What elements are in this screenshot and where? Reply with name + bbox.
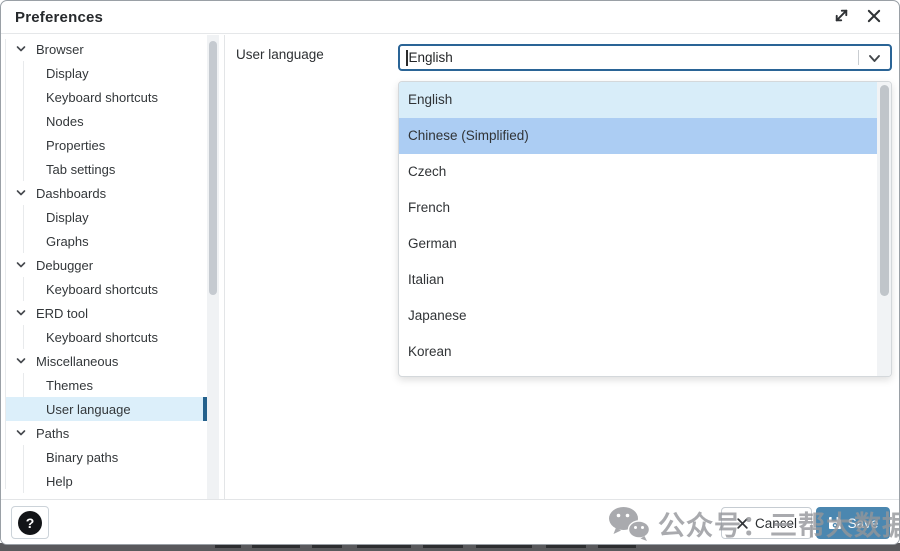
- language-dropdown-menu: EnglishChinese (Simplified)CzechFrenchGe…: [398, 81, 892, 377]
- chevron-down-icon[interactable]: [15, 427, 27, 439]
- chevron-down-icon[interactable]: [15, 187, 27, 199]
- expand-icon: [833, 7, 850, 27]
- tree-item-paths[interactable]: Paths: [1, 421, 224, 445]
- dropdown-option-italian[interactable]: Italian: [399, 262, 877, 298]
- tree-item-label: Browser: [36, 42, 84, 57]
- tree-item-label: Display: [46, 210, 89, 225]
- text-cursor: [406, 50, 408, 66]
- tree-scrollbar-track[interactable]: [207, 35, 219, 499]
- tree-item-debugger[interactable]: Debugger: [1, 253, 224, 277]
- tree-item-label: Keyboard shortcuts: [46, 330, 158, 345]
- close-button[interactable]: [864, 7, 884, 27]
- dialog-header: Preferences: [1, 1, 899, 34]
- tree-item-label: User language: [46, 402, 131, 417]
- tree-item-label: Properties: [46, 138, 105, 153]
- tree-item-binary-paths[interactable]: Binary paths: [1, 445, 224, 469]
- user-language-label: User language: [236, 47, 324, 62]
- screen: Preferences: [0, 0, 900, 551]
- dropdown-option-japanese[interactable]: Japanese: [399, 298, 877, 334]
- dropdown-option-german[interactable]: German: [399, 226, 877, 262]
- dropdown-option-korean[interactable]: Korean: [399, 334, 877, 370]
- tree-item-miscellaneous[interactable]: Miscellaneous: [1, 349, 224, 373]
- tree-item-label: Keyboard shortcuts: [46, 90, 158, 105]
- tree-item-label: Dashboards: [36, 186, 106, 201]
- tree-item-label: ERD tool: [36, 306, 88, 321]
- tree-item-label: Tab settings: [46, 162, 115, 177]
- x-icon: [736, 517, 749, 530]
- combobox-value: English: [409, 50, 453, 65]
- save-button-label: Save: [848, 516, 879, 531]
- tree-item-graphs[interactable]: Graphs: [1, 229, 224, 253]
- question-mark-icon: ?: [18, 511, 42, 535]
- tree-item-tab-settings[interactable]: Tab settings: [1, 157, 224, 181]
- tree-item-nodes[interactable]: Nodes: [1, 109, 224, 133]
- tree-item-label: Display: [46, 66, 89, 81]
- tree-item-display[interactable]: Display: [1, 205, 224, 229]
- tree-rows: Browser Display Keyboard shortcuts Nodes Pro…: [1, 37, 224, 493]
- tree-item-label: Graphs: [46, 234, 89, 249]
- dropdown-option-chinese-simplified[interactable]: Chinese (Simplified): [399, 118, 877, 154]
- chevron-down-icon[interactable]: [867, 51, 882, 71]
- tree-item-label: Themes: [46, 378, 93, 393]
- help-button[interactable]: ?: [11, 506, 49, 539]
- settings-panel: User language English EnglishChinese (Si…: [226, 35, 899, 499]
- tree-item-label: Paths: [36, 426, 69, 441]
- dialog-body: Browser Display Keyboard shortcuts Nodes Pro…: [1, 35, 899, 499]
- tree-item-help[interactable]: Help: [1, 469, 224, 493]
- combobox-separator: [858, 50, 859, 65]
- chevron-down-icon[interactable]: [15, 43, 27, 55]
- tree-item-user-language[interactable]: User language: [1, 397, 224, 421]
- tree-item-label: Binary paths: [46, 450, 118, 465]
- tree-item-themes[interactable]: Themes: [1, 373, 224, 397]
- tree-item-keyboard-shortcuts[interactable]: Keyboard shortcuts: [1, 85, 224, 109]
- dropdown-options: EnglishChinese (Simplified)CzechFrenchGe…: [399, 82, 877, 370]
- chevron-down-icon[interactable]: [15, 259, 27, 271]
- tree-item-label: Help: [46, 474, 73, 489]
- dialog-actions: [831, 7, 899, 27]
- tree-item-keyboard-shortcuts[interactable]: Keyboard shortcuts: [1, 277, 224, 301]
- chevron-down-icon[interactable]: [15, 307, 27, 319]
- tree-item-label: Nodes: [46, 114, 84, 129]
- dialog-footer: ? Cancel Sa: [1, 499, 899, 544]
- tree-item-browser[interactable]: Browser: [1, 37, 224, 61]
- tree-scrollbar-thumb[interactable]: [209, 41, 217, 295]
- tree-item-label: Miscellaneous: [36, 354, 118, 369]
- preferences-dialog: Preferences: [0, 0, 900, 545]
- dialog-title: Preferences: [1, 9, 103, 26]
- dropdown-option-french[interactable]: French: [399, 190, 877, 226]
- cancel-button[interactable]: Cancel: [721, 507, 812, 539]
- dropdown-option-english[interactable]: English: [399, 82, 877, 118]
- tree-item-display[interactable]: Display: [1, 61, 224, 85]
- tree-item-erd-tool[interactable]: ERD tool: [1, 301, 224, 325]
- tree-item-properties[interactable]: Properties: [1, 133, 224, 157]
- save-button[interactable]: Save: [816, 507, 890, 539]
- tree-item-label: Debugger: [36, 258, 93, 273]
- tree-item-dashboards[interactable]: Dashboards: [1, 181, 224, 205]
- tree-item-keyboard-shortcuts[interactable]: Keyboard shortcuts: [1, 325, 224, 349]
- chevron-down-icon[interactable]: [15, 355, 27, 367]
- cancel-button-label: Cancel: [755, 516, 797, 531]
- preferences-tree: Browser Display Keyboard shortcuts Nodes Pro…: [1, 35, 225, 499]
- expand-button[interactable]: [831, 7, 851, 27]
- dropdown-scrollbar-track[interactable]: [877, 82, 891, 376]
- dropdown-option-czech[interactable]: Czech: [399, 154, 877, 190]
- dropdown-scrollbar-thumb[interactable]: [880, 85, 889, 296]
- user-language-combobox[interactable]: English: [398, 44, 892, 71]
- tree-item-label: Keyboard shortcuts: [46, 282, 158, 297]
- close-icon: [866, 8, 882, 27]
- save-icon: [828, 516, 842, 530]
